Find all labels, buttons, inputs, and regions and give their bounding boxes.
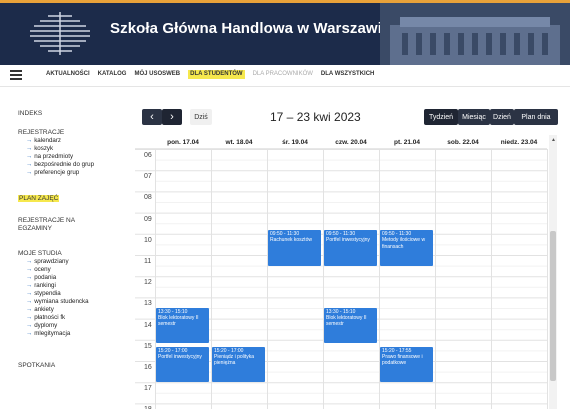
main-nav: AKTUALNOŚCI KATALOG MÓJ USOSWEB DLA STUD… bbox=[0, 65, 570, 87]
event-title: Metody ilościowe w finansach bbox=[382, 237, 426, 250]
today-button[interactable]: Dziś bbox=[190, 109, 212, 125]
sidebar-item-stypendia[interactable]: → stypendia bbox=[26, 290, 61, 297]
event-title: Blok lektoratowy II semestr bbox=[158, 315, 199, 328]
event-title: Portfel inwestycyjny bbox=[158, 353, 202, 360]
sidebar-item-sprawdziany[interactable]: → sprawdziany bbox=[26, 258, 69, 265]
sidebar-item-wymiana[interactable]: → wymiana studencka bbox=[26, 298, 89, 305]
calendar-event[interactable]: 13:30 - 15:10 Blok lektoratowy II semestr bbox=[156, 308, 209, 344]
sidebar-item-rankingi[interactable]: → rankingi bbox=[26, 282, 56, 289]
nav-dla-pracownikow[interactable]: DLA PRACOWNIKÓW bbox=[253, 71, 313, 79]
view-week-button[interactable]: Tydzień bbox=[424, 109, 458, 125]
week-calendar: pon. 17.04 wt. 18.04 śr. 19.04 czw. 20.04 pt… bbox=[135, 135, 557, 409]
view-agenda-button[interactable]: Plan dnia bbox=[514, 109, 558, 125]
sidebar-indeks[interactable]: INDEKS bbox=[18, 110, 42, 117]
sidebar-item-platnosci[interactable]: → płatności fk bbox=[26, 314, 65, 321]
next-week-button[interactable]: › bbox=[162, 109, 182, 125]
day-header[interactable]: czw. 20.04 bbox=[323, 139, 379, 146]
calendar-event[interactable]: 09:50 - 11:30 Metody ilościowe w finansac… bbox=[380, 230, 433, 266]
sidebar-spotkania[interactable]: SPOTKANIA bbox=[18, 362, 55, 369]
sidebar-item-preferencje[interactable]: → preferencje grup bbox=[26, 169, 79, 176]
sidebar-item-koszyk[interactable]: → koszyk bbox=[26, 145, 53, 152]
day-header[interactable]: pon. 17.04 bbox=[155, 139, 211, 146]
nav-dla-wszystkich[interactable]: DLA WSZYSTKICH bbox=[321, 71, 374, 79]
event-title: Rachunek kosztów bbox=[270, 237, 312, 244]
day-header[interactable]: sob. 22.04 bbox=[435, 139, 491, 146]
calendar-event[interactable]: 13:30 - 15:10 Blok lektoratowy II semestr bbox=[324, 308, 377, 344]
header-banner: Szkoła Główna Handlowa w Warszawie bbox=[0, 0, 570, 65]
sidebar-plan-zajec[interactable]: PLAN ZAJĘĆ bbox=[18, 195, 60, 202]
nav-dla-studentow[interactable]: DLA STUDENTÓW bbox=[188, 70, 245, 79]
view-month-button[interactable]: Miesiąc bbox=[458, 109, 490, 125]
sidebar-item-oceny[interactable]: → oceny bbox=[26, 266, 51, 273]
sidebar-item-dyplomy[interactable]: → dyplomy bbox=[26, 322, 57, 329]
sidebar-rejestracje-egzaminy-2[interactable]: EGZAMINY bbox=[18, 225, 52, 232]
sidebar-item-na-przedmioty[interactable]: → na przedmioty bbox=[26, 153, 73, 160]
hour-label: 09 bbox=[144, 215, 152, 223]
sidebar-item-kalendarz[interactable]: → kalendarz bbox=[26, 137, 61, 144]
calendar-event[interactable]: 15:20 - 17:00 Portfel inwestycyjny bbox=[156, 346, 209, 383]
event-title: Pieniądz i polityka pieniężna bbox=[214, 353, 255, 367]
sgh-logo-icon[interactable] bbox=[28, 10, 92, 56]
hour-label: 12 bbox=[144, 279, 152, 287]
hour-label: 16 bbox=[144, 364, 152, 371]
event-title: Prawo finansowe i podatkowe bbox=[382, 353, 423, 367]
day-header[interactable]: niedz. 23.04 bbox=[491, 139, 547, 146]
calendar-event[interactable]: 15:20 - 17:55 Prawo finansowe i podatkowe bbox=[380, 346, 433, 383]
hour-label: 08 bbox=[144, 194, 152, 202]
calendar-event[interactable]: 09:50 - 11:30 Rachunek kosztów bbox=[268, 230, 321, 266]
nav-moj-usosweb[interactable]: MÓJ USOSWEB bbox=[134, 71, 180, 79]
sidebar-rejestracje[interactable]: REJESTRACJE bbox=[18, 129, 64, 136]
hamburger-menu-icon[interactable] bbox=[10, 70, 22, 80]
sidebar-rejestracje-egzaminy-1[interactable]: REJESTRACJE NA bbox=[18, 217, 75, 224]
scrollbar-thumb[interactable] bbox=[550, 231, 556, 381]
sidebar-item-mlegitymacja[interactable]: → mlegitymacja bbox=[26, 330, 70, 337]
nav-aktualnosci[interactable]: AKTUALNOŚCI bbox=[46, 71, 90, 79]
day-header[interactable]: śr. 19.04 bbox=[267, 139, 323, 146]
calendar-event[interactable]: 15:20 - 17:00 Pieniądz i polityka pienięż… bbox=[212, 346, 265, 383]
hour-label: 15 bbox=[144, 342, 152, 350]
prev-week-button[interactable]: ‹ bbox=[142, 109, 162, 125]
calendar-event[interactable]: 09:50 - 11:30 Portfel inwestycyjny bbox=[324, 230, 377, 266]
hour-label: 06 bbox=[144, 152, 152, 159]
hour-label: 11 bbox=[144, 258, 152, 265]
hour-label: 14 bbox=[144, 321, 152, 329]
nav-katalog[interactable]: KATALOG bbox=[98, 71, 127, 79]
sidebar-moje-studia[interactable]: MOJE STUDIA bbox=[18, 250, 62, 257]
hour-label: 07 bbox=[144, 173, 152, 181]
hour-label: 10 bbox=[144, 236, 152, 244]
hour-label: 13 bbox=[144, 300, 152, 308]
scroll-up-icon[interactable]: ▲ bbox=[551, 137, 556, 143]
day-header[interactable]: wt. 18.04 bbox=[211, 139, 267, 146]
sidebar-item-podania[interactable]: → podania bbox=[26, 274, 56, 281]
sidebar-item-ankiety[interactable]: → ankiety bbox=[26, 306, 54, 313]
page-title: Szkoła Główna Handlowa w Warszawie bbox=[110, 20, 391, 37]
day-header[interactable]: pt. 21.04 bbox=[379, 139, 435, 146]
calendar-scrollbar[interactable]: ▲ bbox=[549, 135, 557, 409]
view-day-button[interactable]: Dzień bbox=[490, 109, 514, 125]
event-title: Portfel inwestycyjny bbox=[326, 237, 370, 244]
event-title: Blok lektoratowy II semestr bbox=[326, 315, 367, 328]
sidebar: INDEKS REJESTRACJE → kalendarz → koszyk → n… bbox=[0, 87, 130, 409]
sidebar-item-bezposrednie[interactable]: → bezpośrednie do grup bbox=[26, 161, 94, 168]
date-range: 17 – 23 kwi 2023 bbox=[270, 110, 361, 124]
building-image bbox=[380, 3, 570, 65]
hour-label: 17 bbox=[144, 385, 152, 393]
